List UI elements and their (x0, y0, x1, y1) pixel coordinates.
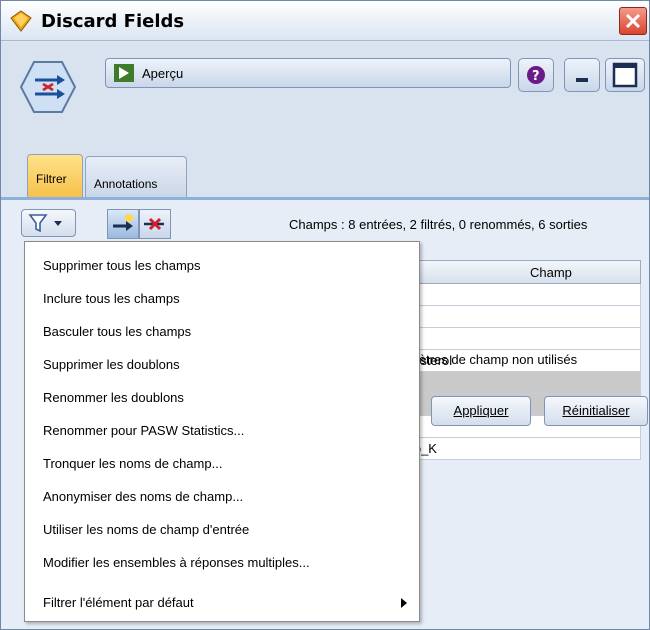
menu-item-rename-duplicates[interactable]: Renommer les doublons (25, 382, 419, 415)
menu-item-truncate-names[interactable]: Tronquer les noms de champ... (25, 448, 419, 481)
column-header-champ[interactable]: Champ (530, 265, 572, 280)
tab-bar: Filtrer Annotations (1, 152, 649, 197)
field-summary: Champs : 8 entrées, 2 filtrés, 0 renommé… (289, 217, 588, 232)
discard-node-icon (19, 61, 77, 113)
menu-item-label: Anonymiser des noms de champ... (43, 489, 244, 504)
menu-item-label: Supprimer tous les champs (43, 258, 201, 273)
filter-toggle-button[interactable] (107, 209, 139, 239)
menu-item-remove-duplicates[interactable]: Supprimer les doublons (25, 349, 419, 382)
header-area: Aperçu ? (1, 42, 649, 152)
minimize-button[interactable] (564, 58, 600, 92)
tab-annotations[interactable]: Annotations (85, 156, 187, 197)
menu-item-label: Inclure tous les champs (43, 291, 180, 306)
help-button[interactable]: ? (518, 58, 554, 92)
preview-icon (114, 64, 134, 82)
filter-pass-icon (113, 214, 133, 231)
filter-options-dropdown[interactable] (21, 209, 76, 237)
maximize-icon (612, 62, 638, 88)
discard-toggle-button[interactable] (139, 209, 171, 239)
menu-item-use-input-names[interactable]: Utiliser les noms de champ d'entrée (25, 514, 419, 547)
discard-fields-window: Discard Fields Aperçu ? Filtrer Annotati… (0, 0, 650, 630)
reset-button[interactable]: Réinitialiser (544, 396, 648, 426)
menu-item-label: Renommer pour PASW Statistics... (43, 423, 245, 438)
menu-item-label: Filtrer l'élément par défaut (43, 595, 194, 610)
maximize-button[interactable] (605, 58, 645, 92)
tab-annotations-label: Annotations (94, 177, 158, 191)
unused-fields-option-label: mètres de champ non utilisés (408, 352, 578, 367)
apply-button[interactable]: Appliquer (431, 396, 531, 426)
preview-button[interactable]: Aperçu (105, 58, 511, 88)
filter-discard-icon (144, 217, 164, 231)
menu-item-label: Tronquer les noms de champ... (43, 456, 223, 471)
minimize-icon (576, 78, 588, 82)
svg-text:?: ? (532, 69, 540, 84)
menu-item-include-all[interactable]: Inclure tous les champs (25, 283, 419, 316)
tab-filtrer-label: Filtrer (36, 172, 67, 186)
window-title: Discard Fields (41, 11, 185, 32)
menu-item-label: Utiliser les noms de champ d'entrée (43, 522, 250, 537)
menu-item-anonymize-names[interactable]: Anonymiser des noms de champ... (25, 481, 419, 514)
filter-options-menu: Supprimer tous les champs Inclure tous l… (24, 241, 420, 622)
menu-item-label: Basculer tous les champs (43, 324, 192, 339)
menu-item-default-filter-state[interactable]: Filtrer l'élément par défaut (25, 587, 419, 620)
app-diamond-icon (10, 10, 32, 32)
close-button[interactable] (619, 7, 647, 35)
menu-item-toggle-all[interactable]: Basculer tous les champs (25, 316, 419, 349)
menu-item-label: Modifier les ensembles à réponses multip… (43, 555, 310, 570)
menu-item-rename-pasw[interactable]: Renommer pour PASW Statistics... (25, 415, 419, 448)
submenu-arrow-icon (401, 598, 407, 608)
menu-item-edit-multiple-response[interactable]: Modifier les ensembles à réponses multip… (25, 547, 419, 580)
help-icon: ? (527, 66, 545, 84)
close-icon (625, 13, 641, 29)
menu-item-label: Supprimer les doublons (43, 357, 180, 372)
menu-item-remove-all[interactable]: Supprimer tous les champs (25, 250, 419, 283)
menu-item-label: Renommer les doublons (43, 390, 184, 405)
tab-filtrer[interactable]: Filtrer (27, 154, 83, 197)
title-bar: Discard Fields (1, 1, 649, 41)
funnel-icon (28, 214, 62, 233)
preview-label: Aperçu (142, 66, 184, 81)
